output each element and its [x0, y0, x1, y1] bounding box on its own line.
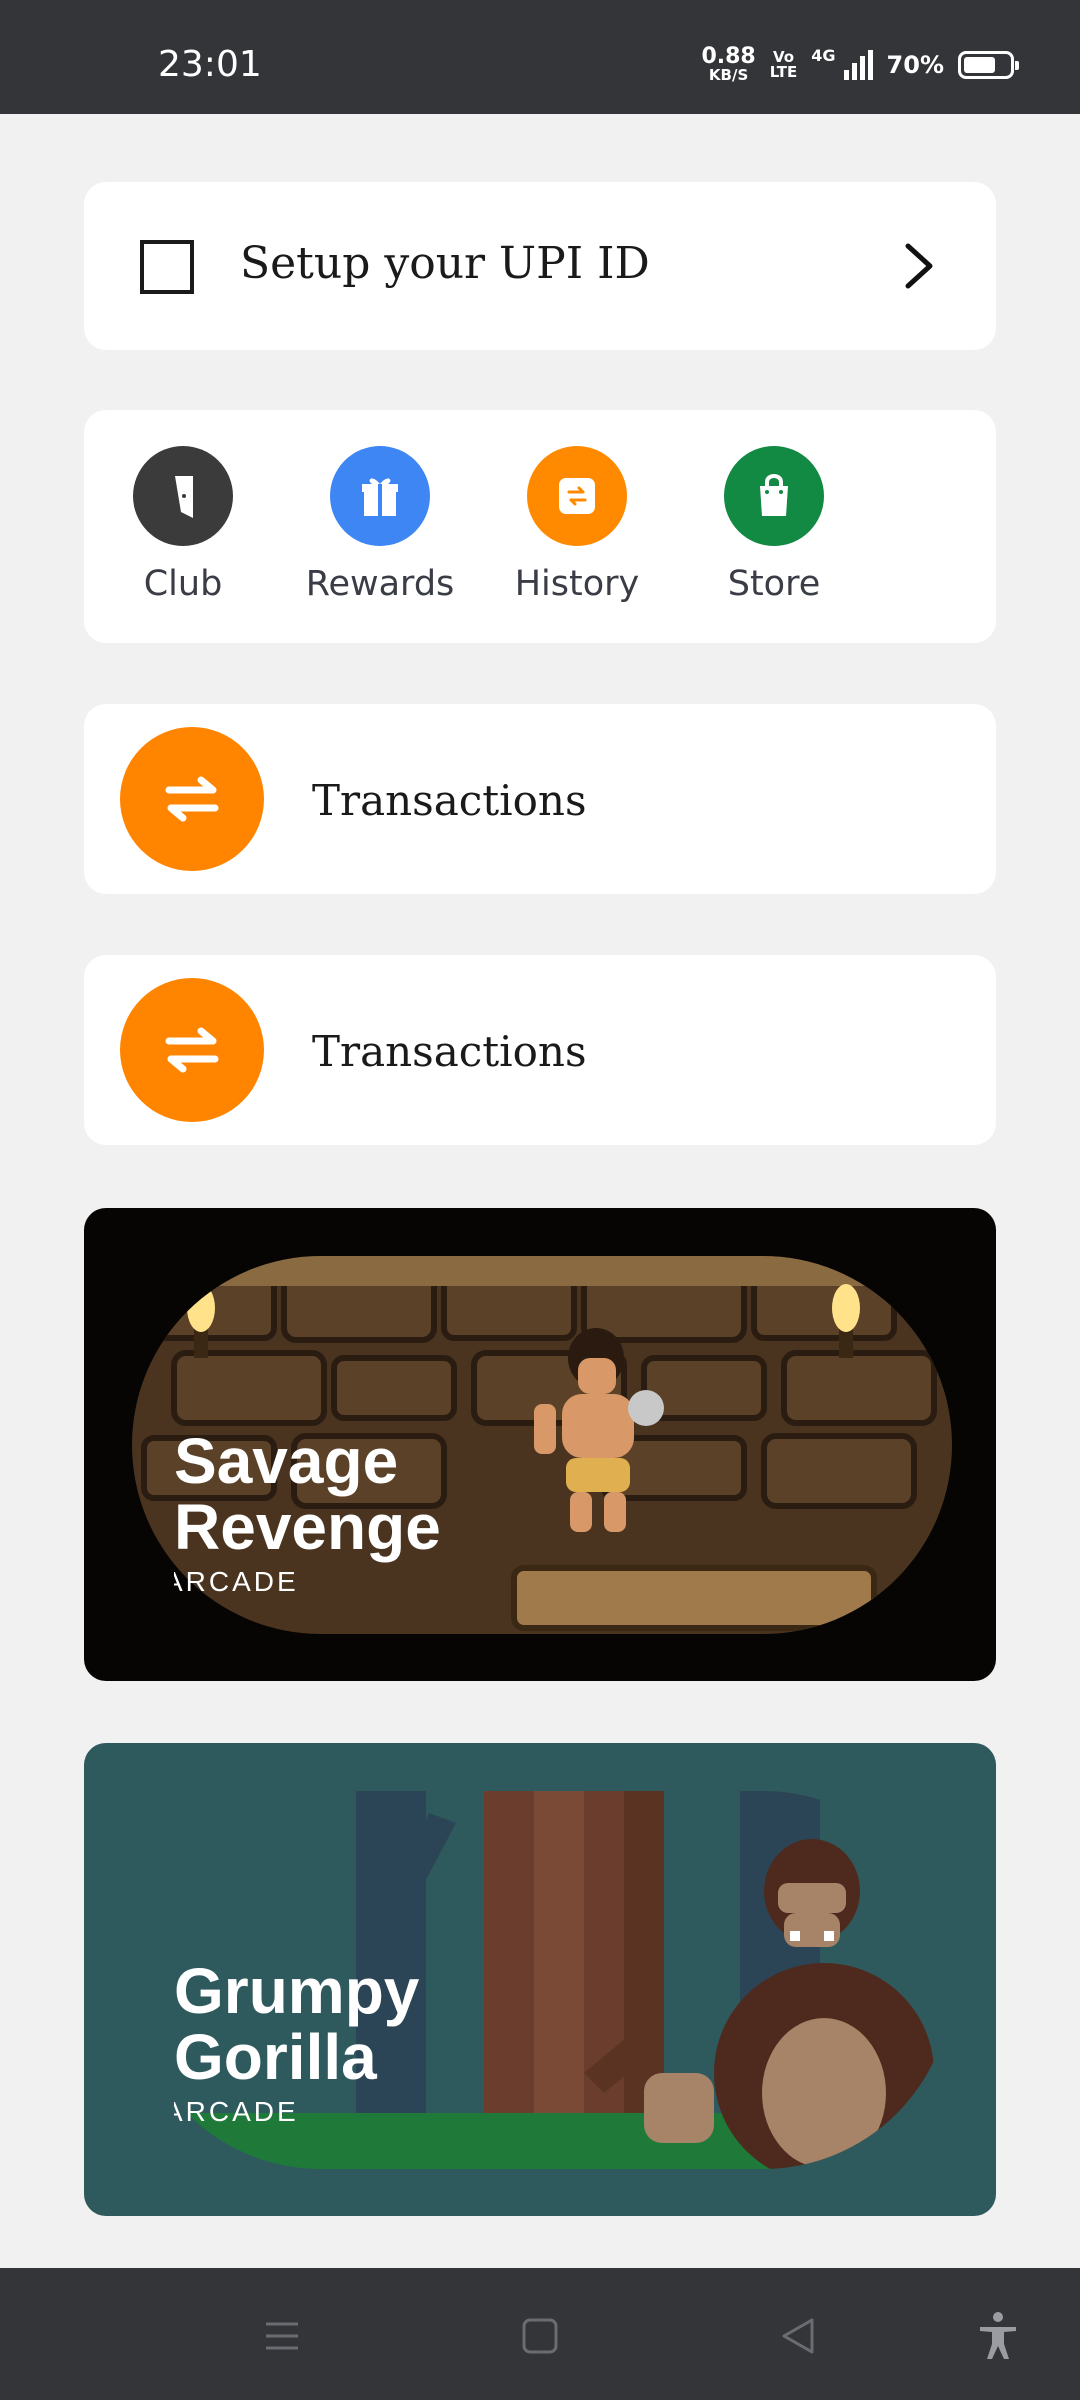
shortcut-store[interactable]: Store	[689, 446, 859, 604]
game-title-line1: Grumpy	[174, 1955, 420, 2027]
network-type: 4G	[811, 46, 836, 65]
game-genre-text: ARCADE	[174, 2096, 299, 2127]
shopping-bag-icon	[724, 446, 824, 546]
chevron-right-icon	[905, 243, 933, 289]
game-genre-text: ARCADE	[174, 1566, 299, 1597]
game-genre: ARCADE	[174, 2096, 374, 2128]
shortcut-club[interactable]: Club	[98, 446, 268, 604]
game-title: Grumpy Gorilla	[174, 1958, 419, 2090]
shortcut-label: Store	[727, 564, 821, 604]
transactions-card[interactable]: Transactions	[84, 955, 996, 1145]
game-card-grumpy-gorilla[interactable]: Grumpy Gorilla ARCADE	[84, 1743, 996, 2216]
accessibility-icon[interactable]	[970, 2308, 1026, 2364]
transactions-label: Transactions	[312, 1027, 587, 1076]
home-square-icon[interactable]	[512, 2308, 568, 2364]
swap-arrows-icon	[120, 727, 264, 871]
game-title-line1: Savage	[174, 1425, 399, 1497]
transactions-label: Transactions	[312, 776, 587, 825]
setup-upi-label: Setup your UPI ID	[240, 238, 650, 289]
volte-icon: Vo LTE	[769, 49, 798, 81]
history-icon	[527, 446, 627, 546]
navigation-bar	[0, 2268, 1080, 2400]
menu-icon[interactable]	[254, 2308, 310, 2364]
door-icon	[133, 446, 233, 546]
status-bar: 23:01 0.88 KB/S Vo LTE 4G 70%	[0, 0, 1080, 114]
upi-checkbox[interactable]	[140, 240, 194, 294]
network-speed: 0.88 KB/S	[701, 46, 755, 83]
game-title-line2: Gorilla	[174, 2021, 377, 2093]
game-card-savage-revenge[interactable]: Savage Revenge ARCADE	[84, 1208, 996, 1681]
status-time: 23:01	[158, 44, 262, 85]
volte-bottom: LTE	[769, 62, 798, 81]
signal-icon	[843, 49, 873, 80]
game-title: Savage Revenge	[174, 1428, 441, 1560]
shortcut-history[interactable]: History	[492, 446, 662, 604]
game-title-line2: Revenge	[174, 1491, 441, 1563]
transactions-card[interactable]: Transactions	[84, 704, 996, 894]
shortcut-label: Club	[143, 564, 223, 604]
game-genre: ARCADE	[174, 1566, 374, 1598]
network-speed-unit: KB/S	[708, 66, 749, 84]
swap-arrows-icon	[120, 978, 264, 1122]
shortcut-label: History	[514, 564, 640, 604]
shortcut-label: Rewards	[305, 564, 455, 604]
setup-upi-card[interactable]: Setup your UPI ID	[84, 182, 996, 350]
battery-percent: 70%	[886, 50, 944, 79]
network-speed-value: 0.88	[701, 44, 756, 69]
battery-icon	[958, 50, 1019, 79]
battery-fill	[964, 56, 995, 73]
back-triangle-icon[interactable]	[770, 2308, 826, 2364]
shortcuts-card: Club Rewards History Store	[84, 410, 996, 643]
gift-icon	[330, 446, 430, 546]
status-indicators: 0.88 KB/S Vo LTE 4G 70%	[701, 46, 1019, 83]
shortcut-rewards[interactable]: Rewards	[295, 446, 465, 604]
